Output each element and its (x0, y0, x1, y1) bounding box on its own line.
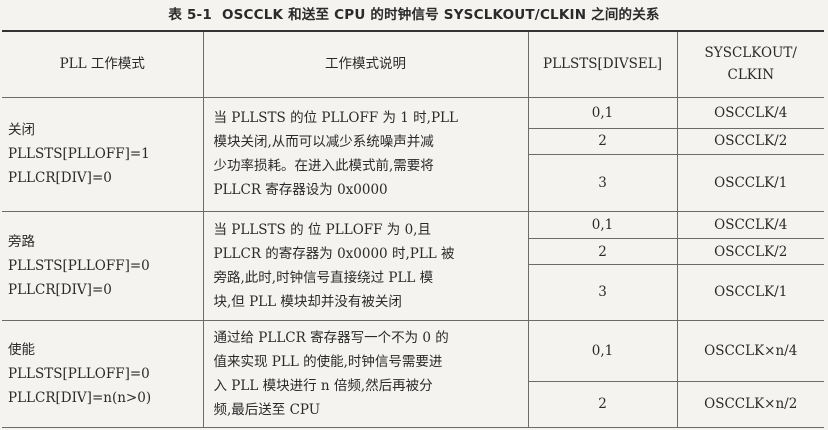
description-line: 频,最后送至 CPU (213, 401, 321, 418)
description-cell-enable: 通过给 PLLCR 寄存器写一个不为 0 的 值来实现 PLL 的使能,时钟信号… (202, 319, 529, 429)
ratio-cell: OSCCLK/4 (676, 210, 824, 240)
header-divsel: PLLSTS[DIVSEL] (527, 29, 678, 98)
table-row: 使能 PLLSTS[PLLOFF]=0 PLLCR[DIV]=n(n>0) 通过… (2, 319, 824, 429)
mode-condition: PLLCR[DIV]=0 (8, 170, 112, 187)
description-line: 当 PLLSTS 的位 PLLOFF 为 1 时,PLL (213, 110, 458, 127)
ratio-cell: OSCCLK×n/4 (676, 319, 824, 382)
table-row: 旁路 PLLSTS[PLLOFF]=0 PLLCR[DIV]=0 当 PLLST… (2, 210, 824, 321)
ratio-cell: OSCCLK/2 (676, 238, 824, 266)
description-line: 旁路,此时,时钟信号直接绕过 PLL 模 (213, 269, 434, 286)
header-ratio-line1: SYSCLKOUT/ (704, 45, 797, 62)
description-cell-bypass: 当 PLLSTS 的 位 PLLOFF 为 0,且 PLLCR 的寄存器为 0x… (202, 210, 529, 321)
mode-condition: PLLCR[DIV]=n(n>0) (8, 389, 152, 406)
header-ratio: SYSCLKOUT/ CLKIN (676, 29, 824, 98)
header-description: 工作模式说明 (202, 29, 529, 98)
divsel-cell: 2 (528, 238, 678, 266)
divsel-cell: 2 (528, 380, 678, 429)
description-line: 模块关闭,从而可以减少系统噪声并减 (213, 134, 434, 151)
table-title: OSCCLK 和送至 CPU 的时钟信号 SYSCLKOUT/CLKIN 之间的… (221, 7, 660, 23)
table-caption: 表 5-1 OSCCLK 和送至 CPU 的时钟信号 SYSCLKOUT/CLKI… (0, 3, 828, 23)
description-cell-off: 当 PLLSTS 的位 PLLOFF 为 1 时,PLL 模块关闭,从而可以减少… (202, 96, 529, 212)
ratio-cell: OSCCLK/2 (676, 128, 824, 155)
mode-name: 关闭 (8, 122, 35, 139)
divsel-cell: 0,1 (527, 96, 678, 130)
divsel-cell: 2 (528, 128, 678, 155)
description-line: 少功率损耗。在进入此模式前,需要将 (213, 158, 434, 175)
ratio-cell: OSCCLK×n/2 (676, 380, 824, 429)
description-line: 通过给 PLLCR 寄存器写一个不为 0 的 (213, 329, 449, 346)
header-row: PLL 工作模式 工作模式说明 PLLSTS[DIVSEL] SYSCLKOUT… (2, 29, 824, 98)
description-line: 块,但 PLL 模块却并没有被关闭 (213, 293, 402, 310)
ratio-cell: OSCCLK/4 (676, 96, 824, 130)
header-mode: PLL 工作模式 (2, 29, 204, 98)
divsel-cell: 3 (528, 153, 678, 212)
mode-cell-bypass: 旁路 PLLSTS[PLLOFF]=0 PLLCR[DIV]=0 (2, 210, 204, 321)
mode-name: 使能 (8, 341, 35, 358)
description-line: PLLCR 寄存器设为 0x0000 (213, 182, 388, 199)
divsel-cell: 0,1 (527, 319, 678, 382)
table-number: 表 5-1 (168, 7, 212, 23)
description-line: 当 PLLSTS 的 位 PLLOFF 为 0,且 (213, 221, 431, 238)
mode-name: 旁路 (8, 233, 35, 250)
ratio-cell: OSCCLK/1 (676, 264, 824, 321)
ratio-cell: OSCCLK/1 (676, 153, 824, 212)
description-line: 值来实现 PLL 的使能,时钟信号需要进 (213, 353, 443, 370)
document-page: 表 5-1 OSCCLK 和送至 CPU 的时钟信号 SYSCLKOUT/CLKI… (0, 0, 828, 430)
description-line: 入 PLL 模块进行 n 倍频,然后再被分 (213, 377, 433, 394)
mode-cell-off: 关闭 PLLSTS[PLLOFF]=1 PLLCR[DIV]=0 (2, 96, 204, 212)
mode-condition: PLLCR[DIV]=0 (8, 281, 112, 298)
pll-mode-table: PLL 工作模式 工作模式说明 PLLSTS[DIVSEL] SYSCLKOUT… (2, 29, 824, 429)
description-line: PLLCR 的寄存器为 0x0000 时,PLL 被 (213, 245, 455, 262)
mode-condition: PLLSTS[PLLOFF]=0 (8, 365, 150, 382)
mode-cell-enable: 使能 PLLSTS[PLLOFF]=0 PLLCR[DIV]=n(n>0) (2, 319, 204, 429)
mode-condition: PLLSTS[PLLOFF]=0 (8, 257, 150, 274)
table-row: 关闭 PLLSTS[PLLOFF]=1 PLLCR[DIV]=0 当 PLLST… (2, 96, 824, 212)
mode-condition: PLLSTS[PLLOFF]=1 (8, 146, 150, 163)
header-ratio-line2: CLKIN (727, 67, 775, 84)
divsel-cell: 3 (528, 264, 678, 321)
divsel-cell: 0,1 (527, 210, 678, 240)
